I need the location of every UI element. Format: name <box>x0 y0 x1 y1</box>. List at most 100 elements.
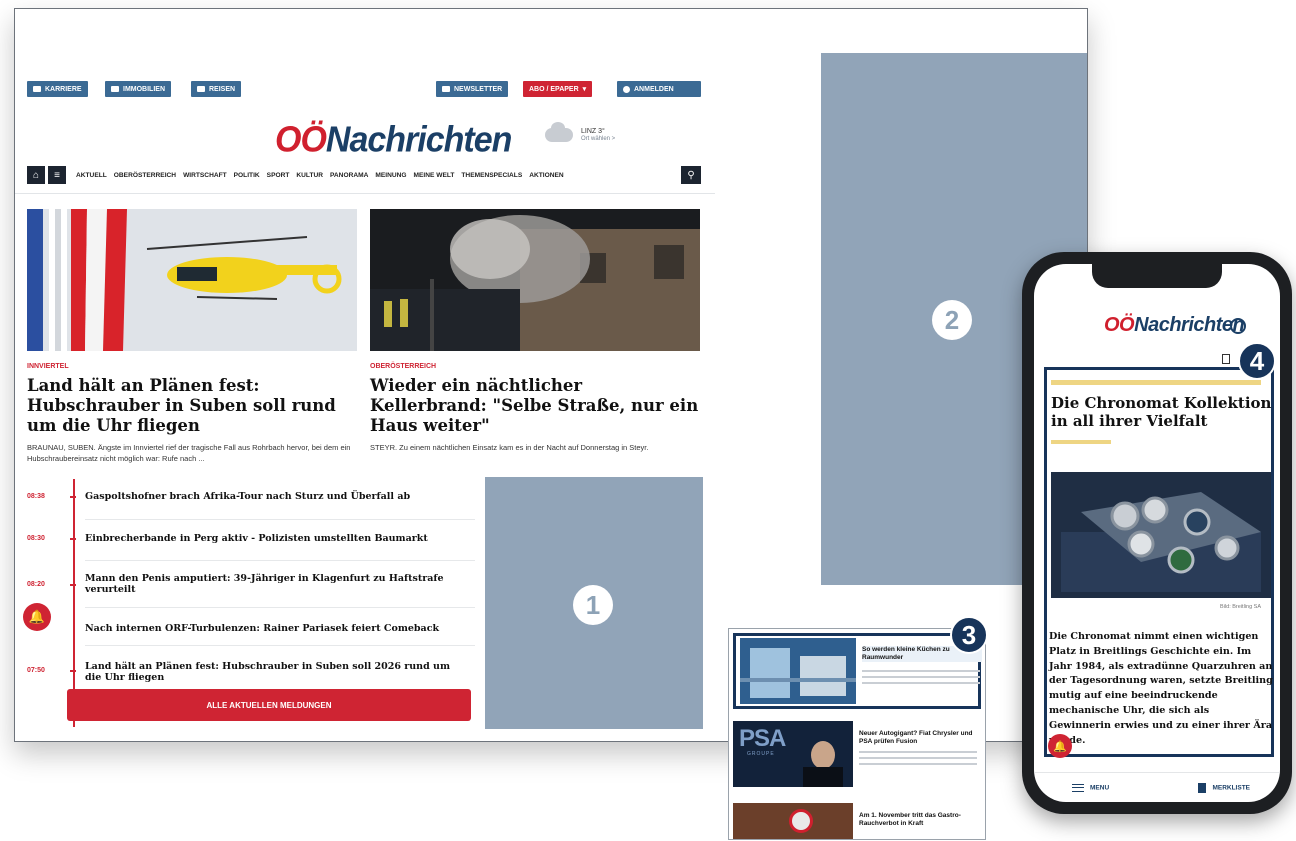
person-suit <box>803 767 843 787</box>
ticker-dot <box>70 670 76 672</box>
card-text-line <box>859 763 977 765</box>
article-body: Die Chronomat nimmt einen wichtigen Plat… <box>1049 631 1273 746</box>
main-navigation: ⌂ ≡ AKTUELL OBERÖSTERREICH WIRTSCHAFT PO… <box>27 166 701 184</box>
teaser-headline[interactable]: Land hält an Plänen fest: Hubschrauber i… <box>27 376 357 436</box>
teaser-lead: STEYR. Zu einem nächtlichen Einsatz kam … <box>370 443 649 452</box>
ticker-time: 07:50 <box>27 667 45 674</box>
ticker-time: 08:38 <box>27 493 45 500</box>
smartphone-mockup: OÖNachrichten Die Chronomat Kollektion i… <box>1022 252 1292 814</box>
anmelden-button[interactable]: ANMELDEN <box>617 81 701 97</box>
weather-city: LINZ 3° <box>581 128 605 135</box>
teaser-card-stack: So werden kleine Küchen zu Raumwunder PS… <box>728 628 986 840</box>
ticker-dot <box>70 496 76 498</box>
ticker-time: 08:30 <box>27 535 45 542</box>
nav-item-wirtschaft[interactable]: WIRTSCHAFT <box>183 172 227 179</box>
nav-item-meinung[interactable]: MEINUNG <box>375 172 406 179</box>
card-text-line <box>862 676 980 678</box>
mail-icon <box>442 86 450 92</box>
ticker-separator <box>85 560 475 561</box>
psa-groupe-text: GROUPE <box>747 751 775 757</box>
chevron-down-icon: ▾ <box>582 86 587 93</box>
reisen-button[interactable]: REISEN <box>191 81 242 97</box>
teaser-card[interactable]: Am 1. November tritt das Gastro-Rauchver… <box>733 803 981 839</box>
menu-icon[interactable]: ≡ <box>48 166 66 184</box>
nav-item-kultur[interactable]: KULTUR <box>296 172 323 179</box>
nav-item-themenspecials[interactable]: THEMENSPECIALS <box>461 172 522 179</box>
card-text-line <box>859 751 977 753</box>
phone-notch <box>1092 264 1222 288</box>
ticker-text[interactable]: Mann den Penis amputiert: 39-Jähriger in… <box>85 573 465 595</box>
card-headline[interactable]: Am 1. November tritt das Gastro-Rauchver… <box>859 812 979 828</box>
teaser-article[interactable]: OBERÖSTERREICH Wieder ein nächtlicher Ke… <box>370 209 700 454</box>
card-text-line <box>859 757 977 759</box>
nav-item-sport[interactable]: SPORT <box>267 172 290 179</box>
badge-number-2: 2 <box>932 300 972 340</box>
nav-item-aktuell[interactable]: AKTUELL <box>76 172 107 179</box>
ticker-text[interactable]: Nach internen ORF-Turbulenzen: Rainer Pa… <box>85 623 465 634</box>
ticker-time: 08:20 <box>27 581 45 588</box>
ticker-dot <box>70 584 76 586</box>
building-icon <box>111 86 119 92</box>
site-logo[interactable]: OÖNachrichten <box>275 120 512 161</box>
teaser-headline[interactable]: Wieder ein nächtlicher Kellerbrand: "Sel… <box>370 376 700 436</box>
bell-icon[interactable]: 🔔 <box>1048 734 1072 758</box>
briefcase-icon <box>33 86 41 92</box>
abo-epaper-button[interactable]: ABO / EPAPER ▾ <box>523 81 593 97</box>
teaser-kicker: OBERÖSTERREICH <box>370 363 437 370</box>
nav-item-panorama[interactable]: PANORAMA <box>330 172 368 179</box>
card-text-line <box>862 682 980 684</box>
search-icon[interactable]: ⚲ <box>681 166 701 184</box>
ticker-text[interactable]: Einbrecherbande in Perg aktiv - Polizist… <box>85 533 465 544</box>
person-face <box>811 741 835 769</box>
nav-item-oberoesterreich[interactable]: OBERÖSTERREICH <box>114 172 176 179</box>
nav-item-politik[interactable]: POLITIK <box>234 172 260 179</box>
bookmark-icon[interactable] <box>1222 354 1230 364</box>
menu-button[interactable]: MENU <box>1072 783 1109 792</box>
newsletter-button[interactable]: NEWSLETTER <box>436 81 509 97</box>
ticker-separator <box>85 607 475 608</box>
weather-widget[interactable]: LINZ 3° Ort wählen > <box>545 121 615 142</box>
all-news-button[interactable]: ALLE AKTUELLEN MELDUNGEN <box>67 689 471 721</box>
karriere-button[interactable]: KARRIERE <box>27 81 88 97</box>
teaser-card[interactable]: PSA GROUPE Neuer Autogigant? Fiat Chrysl… <box>733 721 981 791</box>
helicopter-image[interactable] <box>27 209 357 351</box>
ticker-separator <box>85 645 475 646</box>
nav-divider <box>15 193 715 194</box>
card-text-line <box>862 670 980 672</box>
merkliste-button[interactable]: MERKLISTE <box>1198 782 1250 793</box>
bookmark-icon <box>1198 782 1207 793</box>
article-author-bar <box>1051 440 1111 444</box>
ticker-separator <box>85 519 475 520</box>
fire-image[interactable] <box>370 209 700 351</box>
nav-item-aktionen[interactable]: AKTIONEN <box>529 172 563 179</box>
phone-screen: OÖNachrichten Die Chronomat Kollektion i… <box>1034 264 1280 802</box>
psa-logo-text: PSA <box>739 725 786 752</box>
teaser-article[interactable]: INNVIERTEL Land hält an Plänen fest: Hub… <box>27 209 357 464</box>
watches-image[interactable] <box>1051 472 1271 598</box>
psa-image: PSA GROUPE <box>733 721 853 787</box>
user-icon[interactable] <box>1230 318 1246 334</box>
badge-number-3: 3 <box>950 616 988 654</box>
ticker-text[interactable]: Land hält an Plänen fest: Hubschrauber i… <box>85 661 465 683</box>
weather-change-location[interactable]: Ort wählen > <box>581 136 615 142</box>
nav-item-meine-welt[interactable]: MEINE WELT <box>414 172 455 179</box>
teaser-kicker: INNVIERTEL <box>27 363 69 370</box>
sponsored-article-frame[interactable]: Die Chronomat Kollektion in all ihrer Vi… <box>1044 367 1274 757</box>
hamburger-icon <box>1072 783 1084 792</box>
bell-icon[interactable]: 🔔 <box>23 603 51 631</box>
ticker-dot <box>70 538 76 540</box>
ticker-text[interactable]: Gaspoltshofner brach Afrika-Tour nach St… <box>85 491 465 502</box>
card-headline[interactable]: Neuer Autogigant? Fiat Chrysler und PSA … <box>859 730 979 746</box>
teaser-lead: BRAUNAU, SUBEN. Ängste im Innviertel rie… <box>27 443 351 463</box>
article-title: Die Chronomat Kollektion in all ihrer Vi… <box>1051 394 1272 430</box>
kitchen-image <box>740 638 856 704</box>
teaser-card-highlighted[interactable]: So werden kleine Küchen zu Raumwunder <box>733 633 982 709</box>
cloud-icon <box>545 121 573 142</box>
badge-number-1: 1 <box>573 585 613 625</box>
phone-bottom-bar: MENU MERKLISTE <box>1034 772 1280 802</box>
site-logo[interactable]: OÖNachrichten <box>1104 314 1245 337</box>
image-credit: Bild: Breitling SA <box>1220 604 1261 610</box>
home-icon[interactable]: ⌂ <box>27 166 45 184</box>
badge-number-4: 4 <box>1238 342 1276 380</box>
immobilien-button[interactable]: IMMOBILIEN <box>105 81 171 97</box>
